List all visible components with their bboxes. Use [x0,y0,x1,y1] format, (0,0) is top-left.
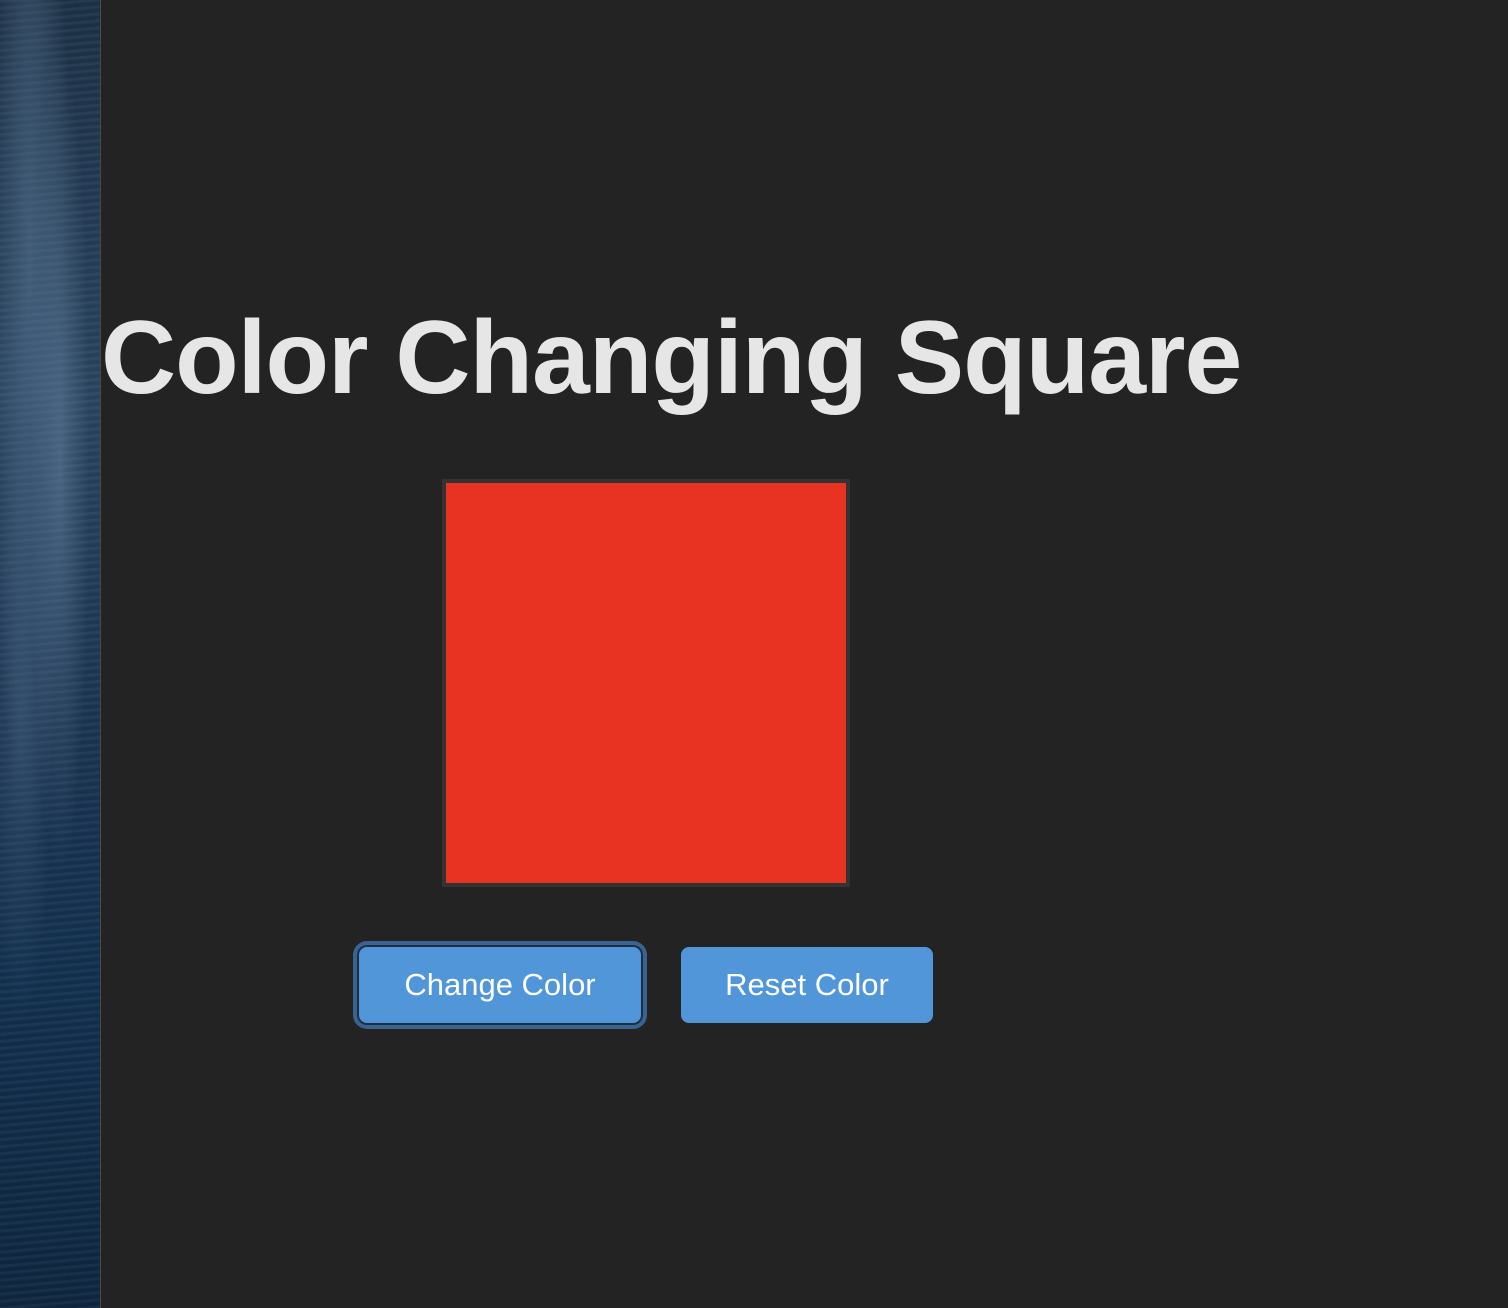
desktop-wallpaper [0,0,100,1308]
page-title: Color Changing Square [101,300,1242,416]
reset-color-button[interactable]: Reset Color [681,947,933,1023]
color-square [442,479,850,887]
app-window: Color Changing Square Change Color Reset… [101,0,1508,1308]
change-color-button[interactable]: Change Color [359,947,641,1023]
